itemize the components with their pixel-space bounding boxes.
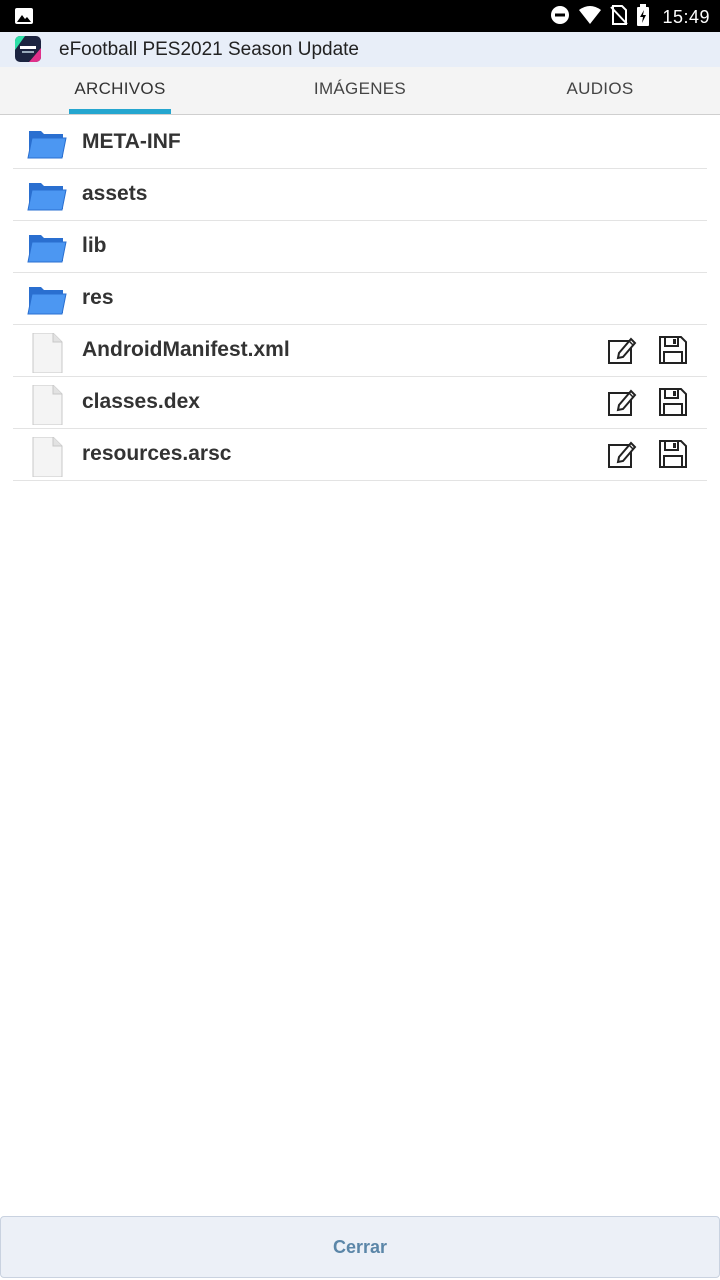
folder-icon (27, 281, 67, 317)
save-icon[interactable] (658, 335, 688, 365)
list-item-classes-dex[interactable]: classes.dex (13, 377, 707, 429)
edit-icon[interactable] (607, 387, 637, 417)
file-icon (27, 436, 67, 478)
battery-charging-icon (636, 4, 650, 31)
list-item-androidmanifest[interactable]: AndroidManifest.xml (13, 325, 707, 377)
folder-icon (27, 125, 67, 161)
tab-archivos[interactable]: ARCHIVOS (0, 67, 240, 115)
list-item-resources-arsc[interactable]: resources.arsc (13, 429, 707, 481)
file-name: classes.dex (82, 390, 200, 413)
clock: 15:49 (662, 7, 710, 27)
file-icon (27, 384, 67, 426)
file-name: res (82, 286, 114, 309)
list-item-assets[interactable]: assets (13, 169, 707, 221)
edit-icon[interactable] (607, 335, 637, 365)
file-list: META-INF assets lib res AndroidManifest.… (13, 117, 707, 481)
edit-icon[interactable] (607, 439, 637, 469)
list-item-res[interactable]: res (13, 273, 707, 325)
tab-imagenes[interactable]: IMÁGENES (240, 67, 480, 115)
file-name: META-INF (82, 130, 181, 153)
file-name: lib (82, 234, 107, 257)
app-header: eFootball PES2021 Season Update (0, 32, 720, 67)
file-name: assets (82, 182, 148, 205)
app-title: eFootball PES2021 Season Update (59, 39, 359, 60)
no-sim-icon (610, 5, 629, 30)
file-name: AndroidManifest.xml (82, 338, 290, 361)
file-name: resources.arsc (82, 442, 232, 465)
wifi-icon (578, 5, 602, 30)
image-notification-icon (14, 6, 34, 31)
save-icon[interactable] (658, 439, 688, 469)
efootball-app-icon (15, 36, 41, 62)
tab-bar: ARCHIVOS IMÁGENES AUDIOS (0, 67, 720, 115)
tab-audios[interactable]: AUDIOS (480, 67, 720, 115)
folder-icon (27, 229, 67, 265)
file-icon (27, 332, 67, 374)
save-icon[interactable] (658, 387, 688, 417)
close-button[interactable]: Cerrar (0, 1216, 720, 1278)
list-item-meta-inf[interactable]: META-INF (13, 117, 707, 169)
status-bar: 15:49 (0, 0, 720, 32)
active-tab-indicator (69, 109, 171, 114)
list-item-lib[interactable]: lib (13, 221, 707, 273)
folder-icon (27, 177, 67, 213)
do-not-disturb-icon (550, 5, 570, 30)
